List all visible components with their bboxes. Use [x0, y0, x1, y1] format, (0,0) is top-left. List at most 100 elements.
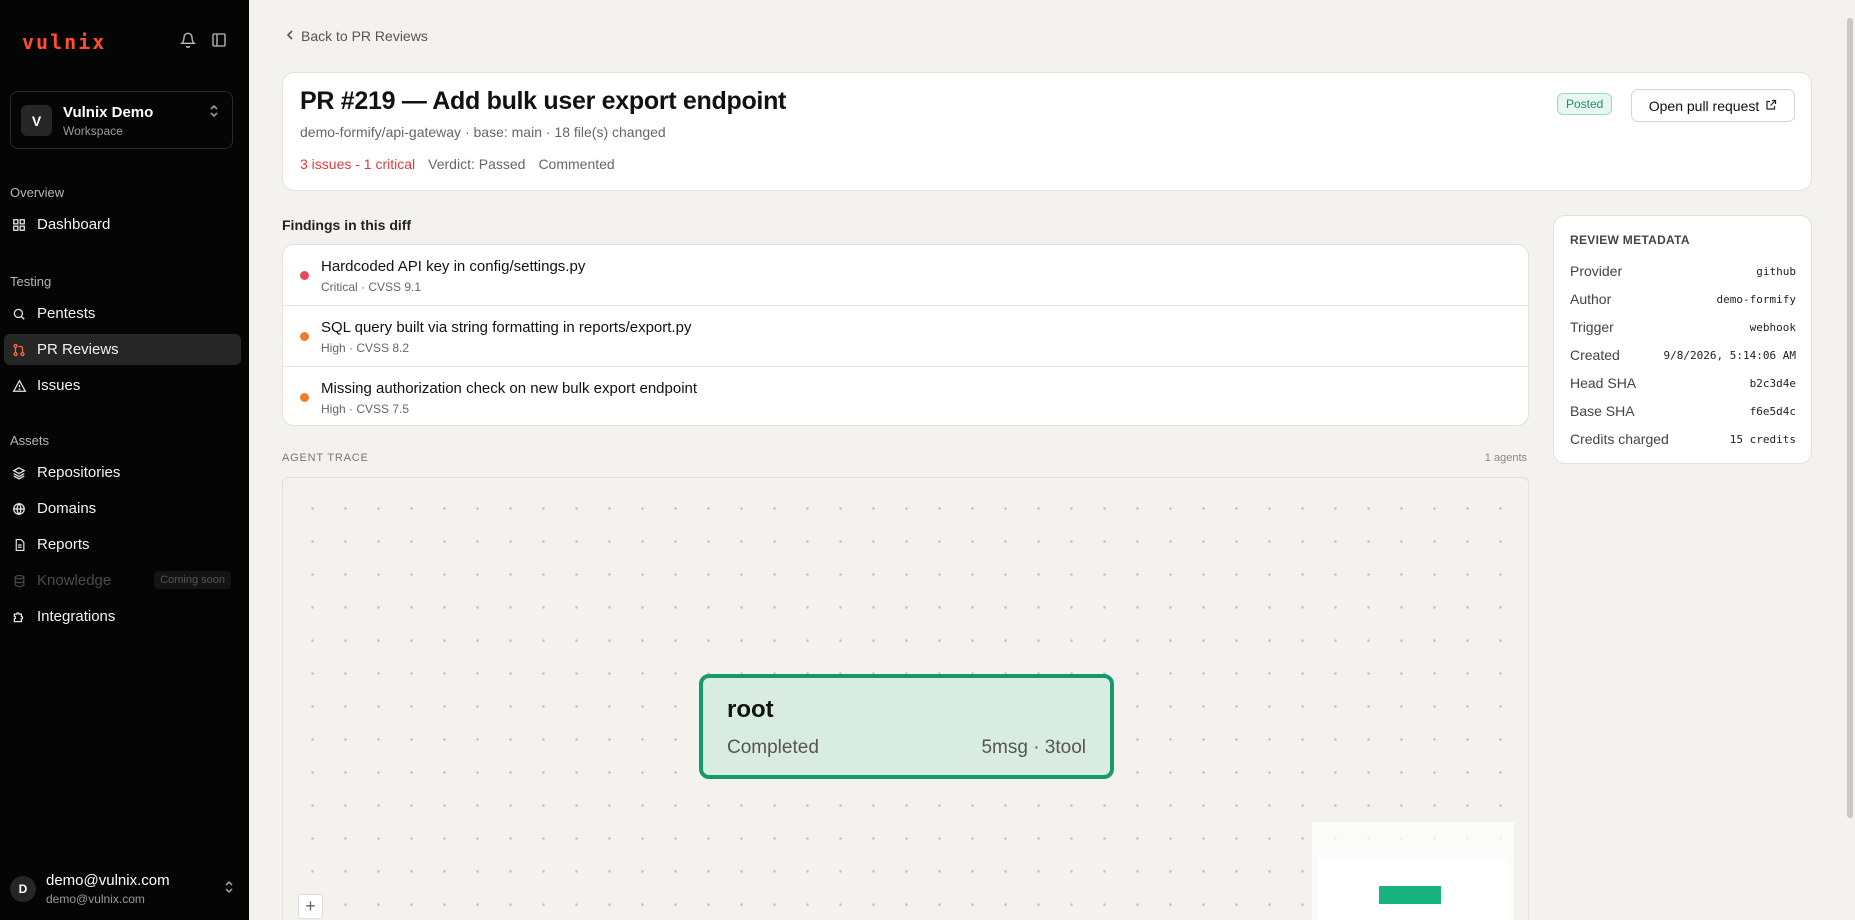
- metadata-key: Trigger: [1570, 319, 1614, 335]
- metadata-value: 15 credits: [1729, 432, 1796, 446]
- sidebar: vulnix V Vulnix Demo Workspace Overview …: [0, 0, 249, 920]
- sidebar-item-domains[interactable]: Domains: [4, 493, 241, 524]
- sidebar-item-label: Integrations: [37, 608, 116, 625]
- finding-title: Hardcoded API key in config/settings.py: [321, 258, 586, 275]
- sidebar-item-label: Repositories: [37, 464, 121, 481]
- metadata-row-base-sha: Base SHA f6e5d4c: [1570, 401, 1796, 421]
- minimap[interactable]: [1312, 822, 1514, 920]
- vulnix-logo[interactable]: vulnix: [22, 30, 106, 54]
- metadata-row-head-sha: Head SHA b2c3d4e: [1570, 373, 1796, 393]
- metadata-row-author: Author demo-formify: [1570, 289, 1796, 309]
- coming-soon-badge: Coming soon: [154, 571, 231, 589]
- back-link-label: Back to PR Reviews: [301, 28, 428, 44]
- agent-trace-heading: AGENT TRACE: [282, 452, 369, 464]
- agent-trace-canvas[interactable]: root Completed 5msg · 3tool +: [282, 477, 1529, 920]
- chevron-left-icon: [285, 28, 295, 44]
- pr-stats: 3 issues - 1 critical Verdict: Passed Co…: [300, 156, 615, 172]
- metadata-value: f6e5d4c: [1749, 404, 1796, 418]
- sidebar-item-label: PR Reviews: [37, 341, 119, 358]
- finding-item[interactable]: SQL query built via string formatting in…: [283, 306, 1528, 367]
- metadata-row-created: Created 9/8/2026, 5:14:06 AM: [1570, 345, 1796, 365]
- workspace-name: Vulnix Demo: [63, 104, 154, 121]
- finding-title: Missing authorization check on new bulk …: [321, 380, 698, 397]
- warning-triangle-icon: [11, 378, 27, 394]
- comment-status: Commented: [538, 156, 615, 172]
- finding-severity: Critical · CVSS 9.1: [321, 280, 422, 294]
- metadata-row-credits: Credits charged 15 credits: [1570, 429, 1796, 449]
- metadata-value: github: [1756, 264, 1796, 278]
- agent-node-title: root: [727, 696, 774, 723]
- metadata-value: 9/8/2026, 5:14:06 AM: [1663, 348, 1796, 362]
- review-metadata-card: REVIEW METADATA Provider github Author d…: [1553, 215, 1812, 464]
- findings-list: Hardcoded API key in config/settings.py …: [282, 244, 1529, 426]
- layers-icon: [11, 465, 27, 481]
- search-icon: [11, 306, 27, 322]
- sidebar-item-label: Knowledge: [37, 572, 112, 589]
- sidebar-item-knowledge: Knowledge Coming soon: [4, 565, 241, 596]
- puzzle-icon: [11, 609, 27, 625]
- sidebar-item-integrations[interactable]: Integrations: [4, 601, 241, 632]
- git-pull-request-icon: [11, 342, 27, 358]
- minimap-node: [1379, 886, 1441, 904]
- avatar: D: [10, 876, 36, 902]
- agent-node-stats: 5msg · 3tool: [981, 737, 1086, 758]
- database-icon: [11, 573, 27, 589]
- minimap-viewport: [1318, 858, 1508, 920]
- sidebar-toggle-icon[interactable]: [209, 30, 229, 50]
- severity-dot: [300, 271, 309, 280]
- finding-item[interactable]: Missing authorization check on new bulk …: [283, 367, 1528, 425]
- external-link-icon: [1765, 98, 1777, 114]
- severity-dot: [300, 332, 309, 341]
- open-pull-request-label: Open pull request: [1648, 97, 1760, 114]
- user-name: demo@vulnix.com: [46, 872, 170, 889]
- open-pull-request-button[interactable]: Open pull request: [1631, 89, 1795, 122]
- finding-item[interactable]: Hardcoded API key in config/settings.py …: [283, 245, 1528, 306]
- metadata-value: webhook: [1749, 320, 1796, 334]
- workspace-switcher[interactable]: V Vulnix Demo Workspace: [10, 91, 233, 149]
- section-label-overview: Overview: [10, 185, 65, 200]
- severity-dot: [300, 393, 309, 402]
- sidebar-item-issues[interactable]: Issues: [4, 370, 241, 401]
- metadata-key: Credits charged: [1570, 431, 1669, 447]
- user-menu[interactable]: D demo@vulnix.com demo@vulnix.com: [10, 872, 235, 908]
- finding-severity: High · CVSS 8.2: [321, 341, 410, 355]
- sidebar-item-label: Pentests: [37, 305, 96, 322]
- section-label-testing: Testing: [10, 274, 52, 289]
- agent-node-root[interactable]: root Completed 5msg · 3tool: [699, 674, 1114, 779]
- workspace-avatar: V: [21, 105, 52, 136]
- metadata-key: Provider: [1570, 263, 1623, 279]
- pr-summary-card: PR #219 — Add bulk user export endpoint …: [282, 72, 1812, 191]
- metadata-value: b2c3d4e: [1749, 376, 1796, 390]
- sidebar-item-dashboard[interactable]: Dashboard: [4, 209, 241, 240]
- issues-summary: 3 issues - 1 critical: [300, 156, 416, 172]
- sidebar-item-repositories[interactable]: Repositories: [4, 457, 241, 488]
- page-title: PR #219 — Add bulk user export endpoint: [300, 87, 787, 115]
- metadata-row-provider: Provider github: [1570, 261, 1796, 281]
- chevron-up-down-icon: [208, 104, 220, 123]
- metadata-key: Author: [1570, 291, 1612, 307]
- status-badge: Posted: [1557, 93, 1613, 115]
- sidebar-item-pr-reviews[interactable]: PR Reviews: [4, 334, 241, 365]
- chevron-up-down-icon: [223, 880, 235, 899]
- sidebar-item-pentests[interactable]: Pentests: [4, 298, 241, 329]
- metadata-key: Created: [1570, 347, 1620, 363]
- sidebar-item-label: Domains: [37, 500, 97, 517]
- bell-icon[interactable]: [178, 30, 198, 50]
- scrollbar[interactable]: [1847, 18, 1853, 818]
- back-link[interactable]: Back to PR Reviews: [285, 28, 428, 44]
- metadata-row-trigger: Trigger webhook: [1570, 317, 1796, 337]
- metadata-value: demo-formify: [1716, 292, 1796, 306]
- sidebar-item-label: Dashboard: [37, 216, 111, 233]
- agent-count: 1 agents: [1484, 452, 1527, 464]
- metadata-heading: REVIEW METADATA: [1570, 233, 1690, 247]
- globe-icon: [11, 501, 27, 517]
- user-email: demo@vulnix.com: [46, 892, 145, 906]
- verdict: Verdict: Passed: [428, 156, 526, 172]
- sidebar-item-reports[interactable]: Reports: [4, 529, 241, 560]
- metadata-key: Head SHA: [1570, 375, 1637, 391]
- section-label-assets: Assets: [10, 433, 50, 448]
- sidebar-item-label: Reports: [37, 536, 90, 553]
- zoom-in-button[interactable]: +: [298, 894, 323, 919]
- agent-node-status: Completed: [727, 737, 819, 758]
- sidebar-item-label: Issues: [37, 377, 81, 394]
